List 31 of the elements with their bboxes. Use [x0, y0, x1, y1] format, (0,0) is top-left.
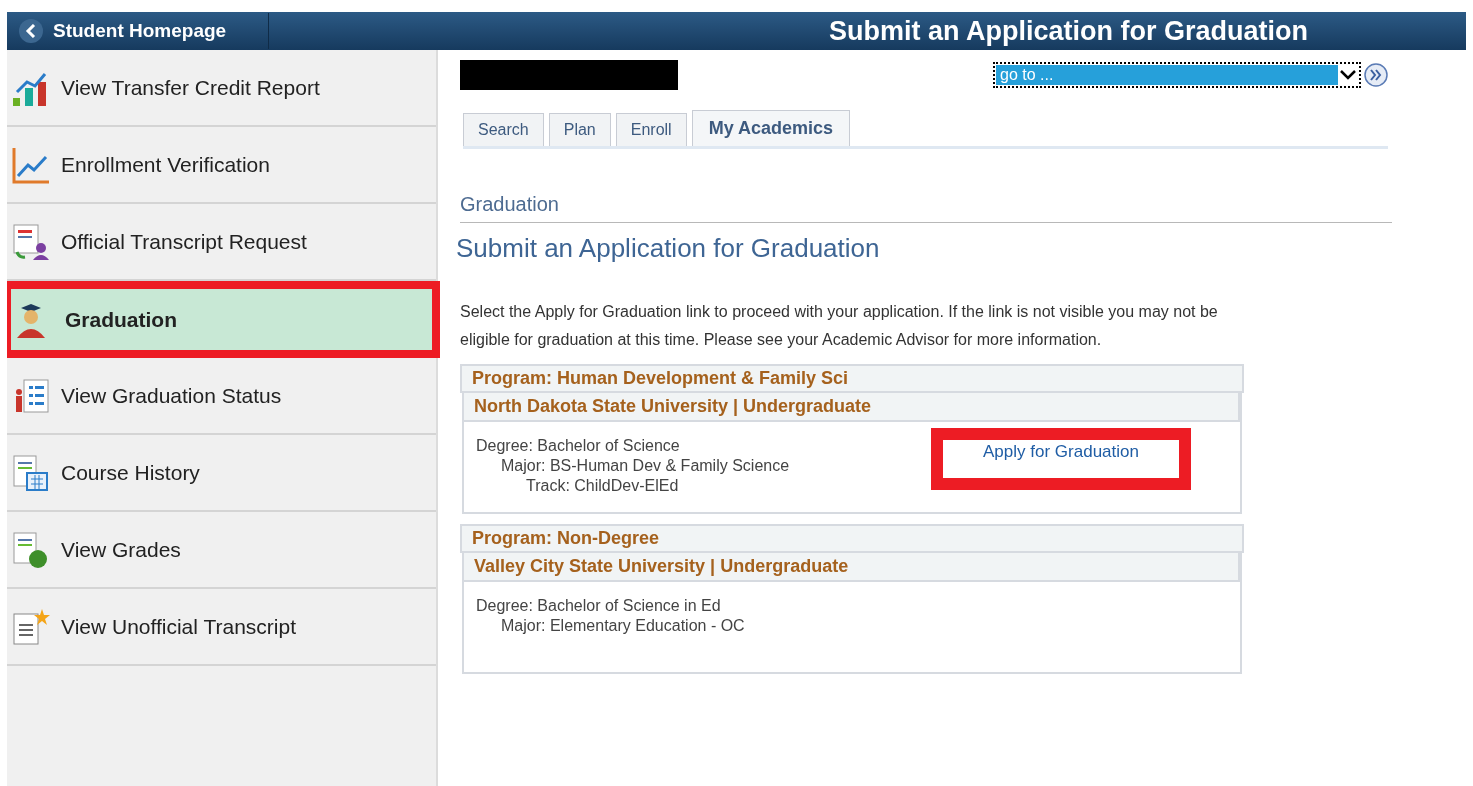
chevron-down-icon: [1338, 68, 1358, 82]
degree-text: Major: BS-Human Dev & Family Science: [500, 456, 791, 476]
sidebar-item[interactable]: Enrollment Verification: [7, 127, 436, 204]
tab[interactable]: Search: [463, 113, 544, 146]
section-heading: Graduation: [460, 193, 1392, 223]
degree-text: Degree: Bachelor of Science in Ed: [476, 596, 722, 616]
sidebar-item[interactable]: View Grades: [7, 512, 436, 589]
instructions-text: Select the Apply for Graduation link to proceed with your application. If the link is not visible you may not be eligible for graduation at this time. Please see your Academic Advisor for more information.: [460, 302, 1219, 350]
institution-heading: Valley City State University | Undergraduate: [464, 553, 1240, 582]
page-title: Submit an Application for Graduation: [456, 233, 881, 264]
document-person-icon: [11, 221, 51, 262]
program-heading: Program: Non-Degree: [460, 524, 1244, 553]
program-heading: Program: Human Development & Family Sci: [460, 364, 1244, 393]
sidebar-item[interactable]: View Graduation Status: [7, 358, 436, 435]
tab[interactable]: My Academics: [691, 110, 851, 146]
institution-heading: North Dakota State University | Undergraduate: [464, 393, 1240, 422]
back-icon: [19, 19, 43, 43]
tab[interactable]: Plan: [548, 113, 611, 146]
back-button[interactable]: Student Homepage: [7, 13, 269, 49]
sidebar-item[interactable]: Graduation: [7, 281, 440, 358]
page-header-title: Submit an Application for Graduation: [829, 15, 1308, 47]
sidebar-item[interactable]: Course History: [7, 435, 436, 512]
go-button[interactable]: [1363, 62, 1389, 88]
apply-link[interactable]: Apply for Graduation: [983, 442, 1139, 462]
document-calendar-icon: [11, 452, 51, 493]
degree-text: Degree: Bachelor of Science: [476, 436, 681, 456]
sidebar-item[interactable]: View Transfer Credit Report: [7, 50, 436, 127]
degree-text: Major: Elementary Education - OC: [500, 616, 746, 636]
degree-text: Track: ChildDev-ElEd: [525, 476, 680, 496]
tab[interactable]: Enroll: [615, 113, 687, 146]
sidebar-item[interactable]: View Unofficial Transcript: [7, 589, 436, 666]
